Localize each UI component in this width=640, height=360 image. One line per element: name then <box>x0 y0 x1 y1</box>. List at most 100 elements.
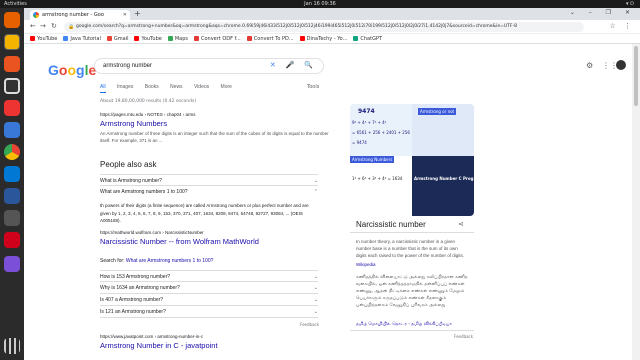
close-tab-icon[interactable]: ✕ <box>123 10 127 20</box>
bookmark-label: Convert To PD... <box>253 36 294 42</box>
tab-videos[interactable]: Videos <box>194 84 209 90</box>
tab-all[interactable]: All <box>100 84 106 93</box>
kp-tamil-description: கணிதத்தில் விளையாட்டு அல்லது கலிப்பிரதான… <box>356 275 468 308</box>
bookmark-label: YouTube <box>141 36 162 42</box>
files-icon[interactable] <box>4 34 20 50</box>
tab-news[interactable]: News <box>170 84 183 90</box>
paa-feedback[interactable]: Feedback <box>300 322 319 327</box>
bookmark-favicon-icon <box>167 36 173 41</box>
bookmark-favicon-icon <box>30 36 35 41</box>
chevron-down-icon: ⌄ <box>313 297 318 303</box>
address-bar[interactable]: 🔒 google.com/search?q=armstrong+number&o… <box>64 22 584 32</box>
bookmark-item[interactable]: Java Tutorial <box>63 34 101 44</box>
result-title[interactable]: Narcissistic Number -- from Wolfram Math… <box>100 237 318 246</box>
paa-question[interactable]: Is 407 a Armstrong number? ⌄ <box>100 294 318 306</box>
knowledge-panel-images[interactable]: 9474 9⁴ + 4⁴ + 7⁴ + 4⁴ = 6561 + 256 + 24… <box>350 104 474 216</box>
result-cite[interactable]: https://pages.mtu.edu › NOTES › chap04 ›… <box>100 112 332 117</box>
bookmark-item[interactable]: DinaTechy - Yo... <box>299 34 348 44</box>
search-tabs: All Images Books News Videos More <box>100 84 242 93</box>
paa-answer: th powers of their digits (a finite sequ… <box>100 203 309 223</box>
bookmark-favicon-icon <box>353 36 359 41</box>
rhythmbox-icon[interactable] <box>4 56 20 72</box>
bookmark-item[interactable]: Maps <box>167 34 188 44</box>
kp-image[interactable]: 9474 9⁴ + 4⁴ + 7⁴ + 4⁴ = 6561 + 256 + 24… <box>350 104 412 156</box>
toolbar-actions[interactable]: ☆ ⋮ <box>609 22 634 30</box>
bookmark-label: Convert ODF f... <box>201 36 241 42</box>
kp-image[interactable]: Armstrong Number C Prog <box>412 156 474 216</box>
firefox-icon[interactable] <box>4 12 20 28</box>
show-apps-icon[interactable] <box>4 338 20 354</box>
kp-feedback[interactable]: Feedback <box>454 334 473 339</box>
tools-button[interactable]: Tools <box>307 84 319 90</box>
page-scrollbar[interactable] <box>632 44 640 360</box>
bookmark-label: Java Tutorial <box>70 36 101 42</box>
result-cite[interactable]: https://mathworld.wolfram.com › Narcissi… <box>100 230 318 235</box>
search-for-link[interactable]: What are Armstrong numbers 1 to 100? <box>126 258 214 264</box>
paa-question[interactable]: Why is 1634 an Armstrong number? ⌄ <box>100 282 318 294</box>
url-text: google.com/search?q=armstrong+number&oq=… <box>76 24 517 29</box>
clock[interactable]: Jan 16 09:36 <box>0 0 640 8</box>
bookmark-item[interactable]: YouTube <box>30 34 57 44</box>
bookmark-label: DinaTechy - Yo... <box>306 36 348 42</box>
tab-images[interactable]: Images <box>117 84 133 90</box>
bookmark-item[interactable]: Convert To PD... <box>246 34 294 44</box>
forward-icon[interactable]: → <box>40 22 46 30</box>
chrome-window: armstrong number - Goo ✕ + ⌄ – ❐ ✕ ← → ↻… <box>24 8 640 360</box>
bookmark-favicon-icon <box>134 36 140 41</box>
scrollbar-thumb[interactable] <box>634 46 638 106</box>
terminal-icon[interactable] <box>4 188 20 204</box>
window-controls[interactable]: ⌄ – ❐ ✕ <box>570 9 636 16</box>
paa-question[interactable]: What is Armstrong number? ⌄ <box>100 174 318 186</box>
chrome-icon[interactable] <box>4 144 20 160</box>
google-results-page: Google armstrong number ✕ 🎤 🔍 ⚙ ⋮⋮ All I… <box>24 44 632 360</box>
result-title[interactable]: Armstrong Numbers <box>100 119 332 128</box>
kp-wikipedia-link[interactable]: Wikipedia <box>356 262 376 267</box>
bookmark-label: YouTube <box>37 36 58 42</box>
people-also-ask-heading: People also ask <box>100 160 157 169</box>
kp-image[interactable]: Armstrong Numbers 1⁴ + 6⁴ + 3⁴ + 4⁴ = 16… <box>350 156 412 216</box>
google-logo[interactable]: Google <box>48 62 96 78</box>
search-box-icons[interactable]: ✕ 🎤 🔍 <box>270 59 317 73</box>
tab-books[interactable]: Books <box>145 84 159 90</box>
bookmark-item[interactable]: Gmail <box>106 34 128 44</box>
back-icon[interactable]: ← <box>30 22 36 30</box>
editor-icon[interactable] <box>4 210 20 226</box>
paa-question-expanded[interactable]: What are Armstrong numbers 1 to 100? ⌃ <box>100 186 318 198</box>
result-cite[interactable]: https://www.javatpoint.com › armstrong-n… <box>100 334 332 339</box>
new-tab-icon[interactable]: + <box>134 9 141 18</box>
app-icon[interactable] <box>4 232 20 248</box>
kp-title: Narcissistic number <box>356 220 426 229</box>
bookmark-item[interactable]: YouTube <box>134 34 162 44</box>
app2-icon[interactable] <box>4 256 20 272</box>
libreoffice-icon[interactable] <box>4 78 20 94</box>
search-result: https://www.javatpoint.com › armstrong-n… <box>100 334 332 350</box>
result-stats: About 19,80,00,000 results (0.42 seconds… <box>100 99 197 104</box>
avatar[interactable] <box>616 60 626 70</box>
bookmark-favicon-icon <box>106 36 112 41</box>
result-snippet: An Armstrong number of three digits is a… <box>100 131 329 143</box>
search-input[interactable]: armstrong number ✕ 🎤 🔍 <box>94 58 324 74</box>
lock-icon[interactable]: 🔒 <box>68 22 74 32</box>
bookmark-item[interactable]: Convert ODF f... <box>194 34 241 44</box>
divider <box>350 330 474 331</box>
system-tray-icons[interactable]: ▾ ⏻ <box>626 0 634 8</box>
search-result: https://pages.mtu.edu › NOTES › chap04 ›… <box>100 112 332 144</box>
paa-question[interactable]: How is 153 Armstrong number? ⌄ <box>100 270 318 282</box>
share-icon[interactable]: ⋖ <box>458 220 464 228</box>
kp-description: In number theory, a narcissistic number … <box>356 239 465 258</box>
tab-google-search[interactable]: armstrong number - Goo ✕ <box>30 10 130 20</box>
paa-question[interactable]: Is 121 an Armstrong number? ⌄ <box>100 306 318 318</box>
tab-more[interactable]: More <box>221 84 232 90</box>
kp-tamil-source-link[interactable]: தமிழ் மொழியில் தொடர - தமிழ் விக்கிப்பீடி… <box>356 321 452 327</box>
result-title[interactable]: Armstrong Number in C - javatpoint <box>100 341 332 350</box>
settings-gear-icon[interactable]: ⚙ <box>586 61 593 70</box>
kp-image[interactable]: Armstrong or not <box>412 104 474 156</box>
search-for: Search for: What are Armstrong numbers 1… <box>100 258 214 264</box>
software-center-icon[interactable] <box>4 100 20 116</box>
help-icon[interactable] <box>4 122 20 138</box>
reload-icon[interactable]: ↻ <box>51 22 57 30</box>
google-favicon-icon <box>33 12 39 18</box>
bookmark-item[interactable]: ChatGPT <box>353 34 382 44</box>
tab-strip: armstrong number - Goo ✕ + ⌄ – ❐ ✕ <box>24 8 640 20</box>
vscode-icon[interactable] <box>4 166 20 182</box>
